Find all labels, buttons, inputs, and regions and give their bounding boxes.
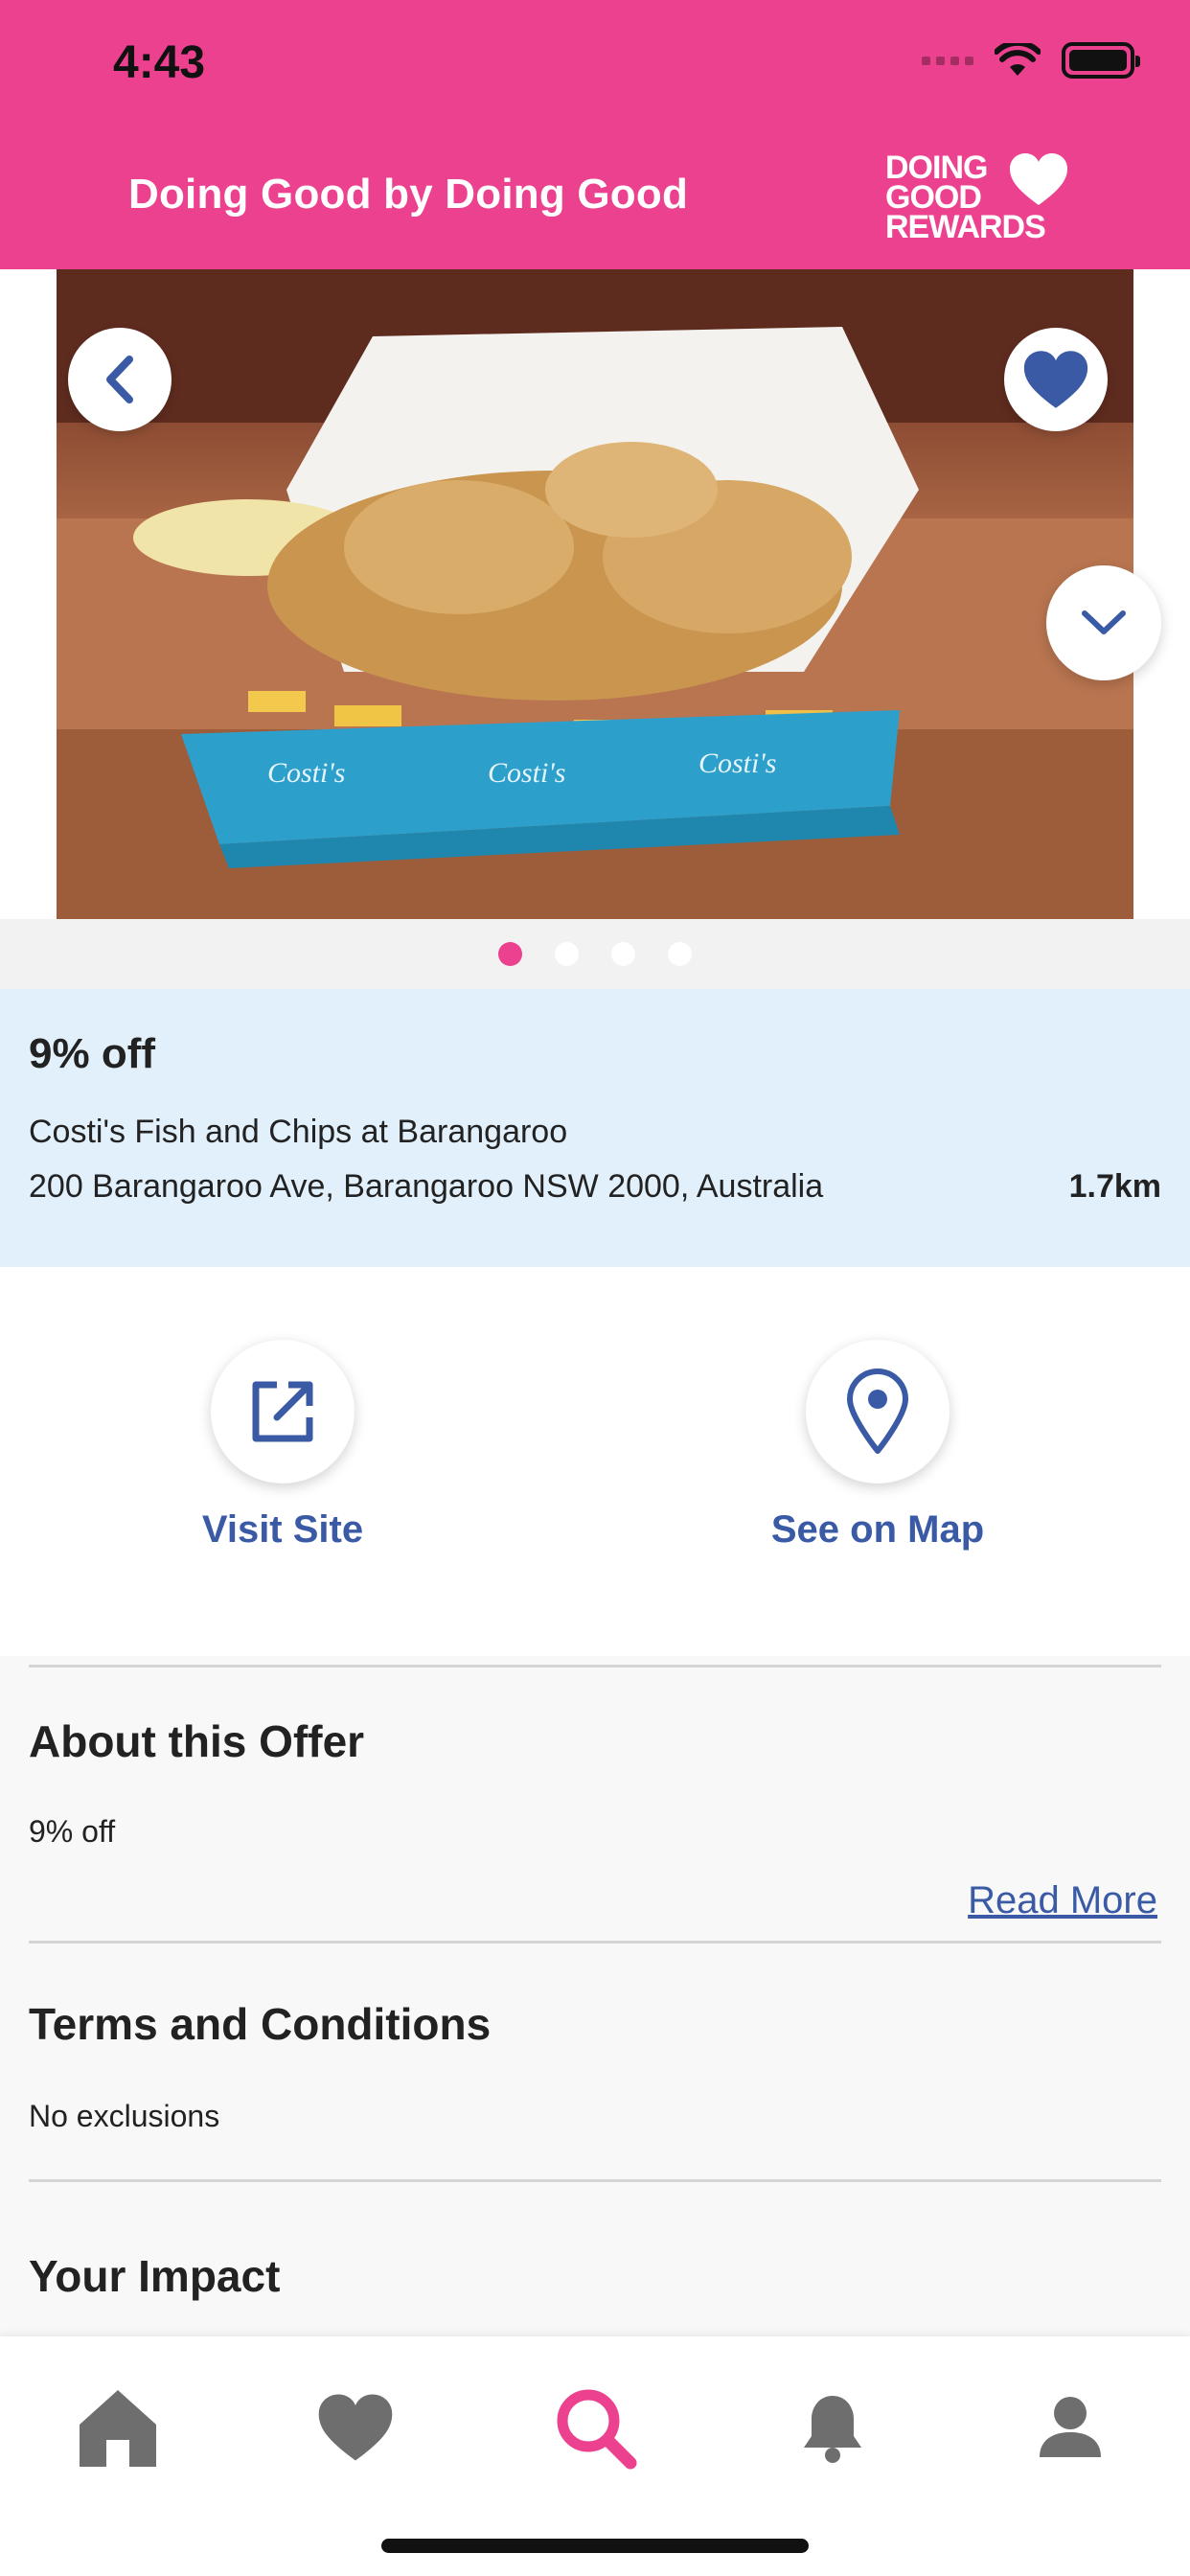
offer-summary: 9% off Costi's Fish and Chips at Baranga…: [0, 989, 1190, 1267]
heart-icon: [318, 2394, 393, 2461]
tab-notifications[interactable]: [780, 2375, 885, 2480]
costis-box-text-2: Costi's: [488, 757, 565, 789]
bell-icon: [804, 2396, 861, 2463]
home-indicator[interactable]: [381, 2539, 809, 2553]
visit-site-icon-circle[interactable]: [211, 1340, 355, 1484]
merchant-name: Costi's Fish and Chips at Barangaroo: [29, 1114, 568, 1150]
person-icon: [1040, 2397, 1101, 2457]
scroll-down-button[interactable]: [1046, 565, 1161, 680]
offer-title: 9% off: [29, 1030, 155, 1077]
back-button[interactable]: [68, 328, 172, 431]
doing-good-rewards-logo: DOING GOOD REWARDS: [885, 151, 1067, 245]
see-on-map-label[interactable]: See on Map: [724, 1508, 1031, 1552]
visit-site-button[interactable]: Visit Site: [129, 1340, 436, 1552]
wifi-icon: [995, 43, 1041, 76]
chevron-left-icon: [106, 356, 133, 403]
your-impact-heading: Your Impact: [29, 2251, 281, 2301]
pagination-dot-3[interactable]: [611, 942, 635, 966]
merchant-address: 200 Barangaroo Ave, Barangaroo NSW 2000,…: [29, 1168, 824, 1205]
divider: [29, 1665, 1161, 1668]
terms-heading: Terms and Conditions: [29, 1999, 492, 2049]
offer-photo: Costi's Costi's Costi's: [57, 269, 1133, 919]
see-on-map-button[interactable]: See on Map: [724, 1340, 1031, 1552]
tab-favourites[interactable]: [303, 2375, 408, 2480]
pagination-dot-1[interactable]: [498, 942, 522, 966]
terms-text: No exclusions: [29, 2099, 220, 2133]
pagination-dot-2[interactable]: [555, 942, 579, 966]
external-link-icon: [252, 1381, 313, 1442]
offer-actions: Visit Site See on Map: [0, 1267, 1190, 1656]
cellular-signal-icon: [922, 56, 973, 65]
battery-icon: [1062, 42, 1140, 79]
read-more-link[interactable]: Read More: [968, 1879, 1157, 1922]
search-icon: [557, 2389, 637, 2470]
logo-heart-icon: [1010, 153, 1067, 205]
header-title: Doing Good by Doing Good: [128, 171, 689, 218]
costis-box-text-1: Costi's: [267, 757, 345, 789]
app-header: 4:43 Doing Good by Doing Good DOING GOOD…: [0, 0, 1190, 269]
divider: [29, 1941, 1161, 1944]
costis-box-text-3: Costi's: [698, 748, 776, 779]
home-icon: [80, 2390, 156, 2467]
favourite-button[interactable]: [1004, 328, 1108, 431]
divider: [29, 2179, 1161, 2182]
pagination-dot-4[interactable]: [668, 942, 692, 966]
heart-icon: [1023, 351, 1088, 408]
offer-details: About this Offer 9% off Read More Terms …: [0, 1656, 1190, 2336]
merchant-distance: 1.7km: [1068, 1168, 1161, 1205]
status-time: 4:43: [113, 37, 206, 88]
tab-search[interactable]: [542, 2375, 648, 2480]
status-icons: [922, 42, 1140, 79]
about-offer-heading: About this Offer: [29, 1716, 365, 1766]
tab-home[interactable]: [65, 2375, 171, 2480]
tab-profile[interactable]: [1018, 2375, 1123, 2480]
map-pin-icon: [847, 1368, 908, 1454]
carousel-pagination: [0, 919, 1190, 989]
chevron-down-icon: [1082, 610, 1126, 634]
visit-site-label[interactable]: Visit Site: [129, 1508, 436, 1552]
see-on-map-icon-circle[interactable]: [806, 1340, 950, 1484]
about-offer-text: 9% off: [29, 1814, 116, 1849]
